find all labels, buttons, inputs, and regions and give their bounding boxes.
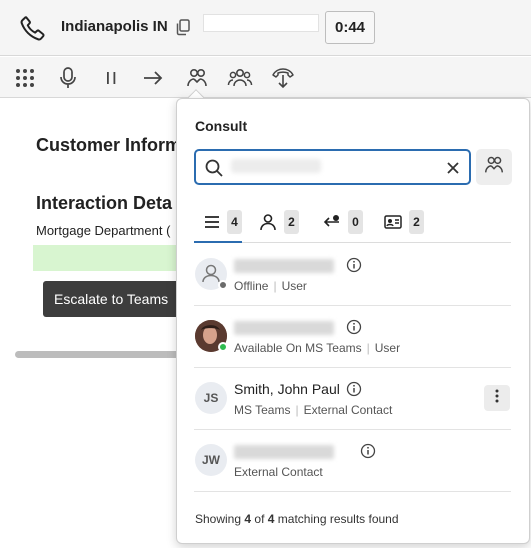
clear-icon[interactable]: [444, 159, 462, 177]
highlight-bar: [33, 245, 183, 271]
result-row[interactable]: Offline | User: [194, 244, 511, 306]
tab-users[interactable]: 2: [258, 203, 299, 241]
more-options-button[interactable]: [484, 385, 510, 411]
info-icon[interactable]: [346, 257, 362, 273]
result-meta: Available On MS Teams | User: [234, 341, 401, 355]
call-timer: 0:44: [325, 11, 375, 44]
consult-filter-tabs: 4 2 0 2: [194, 203, 511, 243]
avatar: JW: [195, 444, 227, 476]
call-toolbar: [0, 57, 531, 98]
tab-contacts[interactable]: 2: [383, 203, 424, 241]
result-meta: External Contact: [234, 465, 323, 479]
user-icon: [258, 212, 278, 232]
result-meta: Offline | User: [234, 279, 307, 293]
microphone-icon[interactable]: [55, 65, 81, 91]
tab-count: 0: [348, 210, 363, 234]
department-label: Mortgage Department (: [36, 223, 171, 238]
consult-popover: Consult 4 2 0 2 Offline | User Available…: [176, 98, 530, 544]
park-icon[interactable]: [270, 65, 296, 91]
all-list-icon: [202, 212, 221, 232]
contact-name: Smith, John Paul: [234, 381, 340, 397]
avatar: JS: [195, 382, 227, 414]
available-status-dot: [218, 342, 228, 352]
call-header: Indianapolis IN 0:44: [0, 0, 531, 56]
consult-icon: [483, 154, 505, 181]
redacted-name: [234, 445, 334, 459]
queue-transfer-icon: [322, 212, 342, 232]
conference-icon[interactable]: [227, 65, 253, 91]
copy-icon[interactable]: [173, 17, 193, 37]
interaction-details-heading: Interaction Deta: [36, 193, 173, 213]
avatar-photo: [195, 320, 228, 352]
result-row[interactable]: JW External Contact: [194, 430, 511, 492]
consult-icon[interactable]: [184, 65, 210, 91]
info-icon[interactable]: [346, 319, 362, 335]
transfer-arrow-icon[interactable]: [140, 65, 166, 91]
avatar: [195, 258, 228, 290]
tab-count: 2: [284, 210, 299, 234]
tab-count: 4: [227, 210, 242, 234]
dialpad-icon[interactable]: [12, 65, 38, 91]
result-row[interactable]: JS Smith, John Paul MS Teams | External Co…: [194, 368, 511, 430]
kebab-icon: [495, 389, 499, 408]
phone-icon: [18, 13, 48, 43]
redacted-search-value: [231, 159, 321, 173]
contact-card-icon: [383, 212, 403, 232]
redacted-name: [234, 321, 334, 335]
result-meta: MS Teams | External Contact: [234, 403, 393, 417]
consult-title: Consult: [195, 118, 248, 134]
tab-queues[interactable]: 0: [322, 203, 363, 241]
escalate-to-teams-button[interactable]: Escalate to Teams: [43, 281, 183, 317]
result-row[interactable]: Available On MS Teams | User: [194, 306, 511, 368]
tab-count: 2: [409, 210, 424, 234]
results-summary: Showing 4 of 4 matching results found: [195, 512, 399, 526]
consult-search-input[interactable]: [194, 149, 471, 185]
customer-information-heading: Customer Inform: [36, 135, 182, 155]
redacted-phone-number: [203, 14, 319, 32]
tab-all[interactable]: 4: [194, 203, 242, 243]
search-icon: [204, 158, 224, 178]
info-icon[interactable]: [346, 381, 362, 397]
info-icon[interactable]: [360, 443, 376, 459]
call-title: Indianapolis IN: [61, 18, 168, 35]
redacted-name: [234, 259, 334, 273]
consult-action-button[interactable]: [476, 149, 512, 185]
offline-status-dot: [218, 280, 228, 290]
horizontal-scrollbar[interactable]: [15, 351, 185, 358]
pause-icon[interactable]: [98, 65, 124, 91]
